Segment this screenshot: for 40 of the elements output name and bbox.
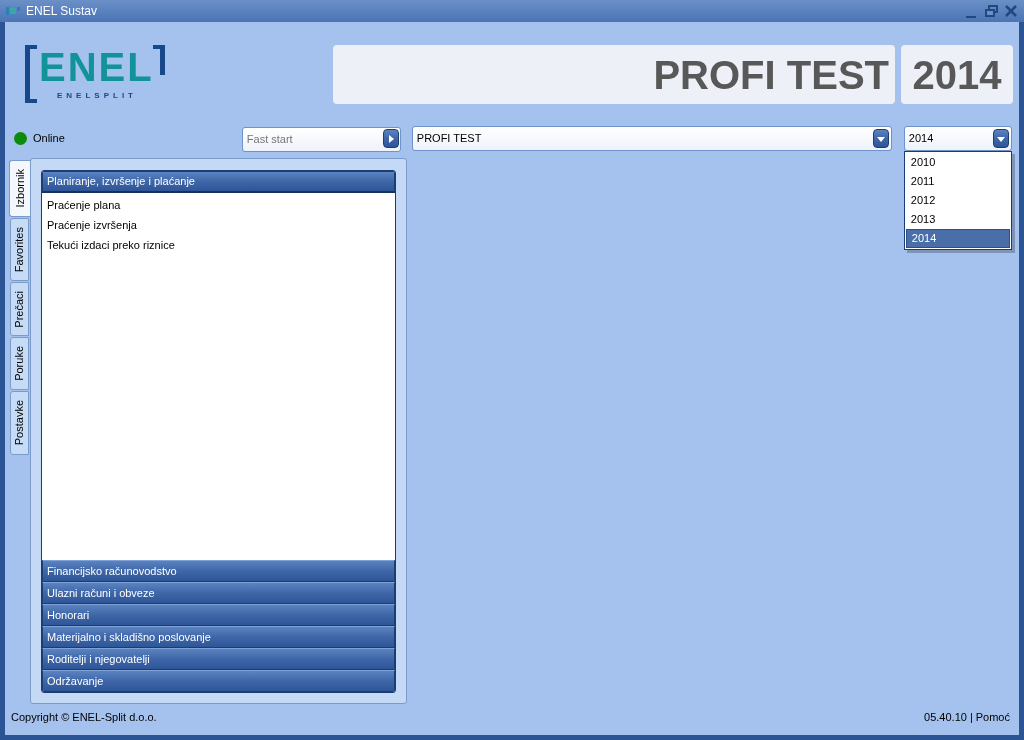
year-option[interactable]: 2010 [905, 153, 1010, 172]
side-tab[interactable]: Postavke [10, 391, 29, 455]
year-text: 2014 [912, 54, 1002, 95]
menu-group-header[interactable]: Roditelji i njegovatelji [42, 648, 395, 670]
menu-item[interactable]: Praćenje plana [42, 195, 395, 215]
menu-group-header[interactable]: Planiranje, izvršenje i plaćanje [42, 171, 395, 193]
year-option[interactable]: 2013 [905, 210, 1010, 229]
app-icon [6, 6, 20, 16]
separator-text: | [969, 709, 973, 725]
menu-group-header[interactable]: Honorari [42, 604, 395, 626]
menu-group-header[interactable]: Ulazni računi i obveze [42, 582, 395, 604]
year-option[interactable]: 2012 [905, 191, 1010, 210]
logo-right-bracket [153, 45, 165, 75]
logo-wordmark: ENEL [39, 44, 154, 91]
caret-down-icon [992, 129, 1009, 148]
status-label: Online [33, 131, 65, 147]
year-option[interactable]: 2014 [905, 229, 1010, 248]
title-text: PROFI TEST [653, 54, 889, 95]
help-link[interactable]: Pomoć [975, 708, 1010, 726]
restore-icon[interactable] [984, 4, 998, 18]
window-title: ENEL Sustav [26, 3, 97, 20]
year-dropdown[interactable]: 2014 [903, 126, 1012, 151]
menu-group-header[interactable]: Održavanje [42, 670, 395, 692]
side-tab[interactable]: Prečaci [10, 281, 29, 337]
program-dropdown[interactable]: PROFI TEST [411, 126, 892, 151]
close-icon[interactable] [1004, 4, 1018, 18]
logo-tagline: ENELSPLIT [57, 91, 137, 101]
menu-item[interactable]: Tekući izdaci preko riznice [42, 235, 395, 255]
menu-group-header[interactable]: Materijalno i skladišno poslovanje [42, 626, 395, 648]
caret-down-icon [872, 129, 889, 148]
side-tab[interactable]: Poruke [10, 337, 29, 391]
year-option[interactable]: 2011 [905, 172, 1010, 191]
version-text: 05.40.10 [924, 709, 967, 725]
fast-start-field[interactable]: Fast start [241, 126, 401, 152]
logo-left-bracket [25, 45, 37, 103]
side-tab[interactable]: Favorites [10, 217, 29, 281]
side-tab[interactable]: Izbornik [9, 160, 30, 217]
copyright-text: Copyright © ENEL-Split d.o.o. [11, 709, 157, 725]
menu-item[interactable]: Praćenje izvršenja [42, 215, 395, 235]
menu-group-header[interactable]: Financijsko računovodstvo [42, 560, 395, 582]
